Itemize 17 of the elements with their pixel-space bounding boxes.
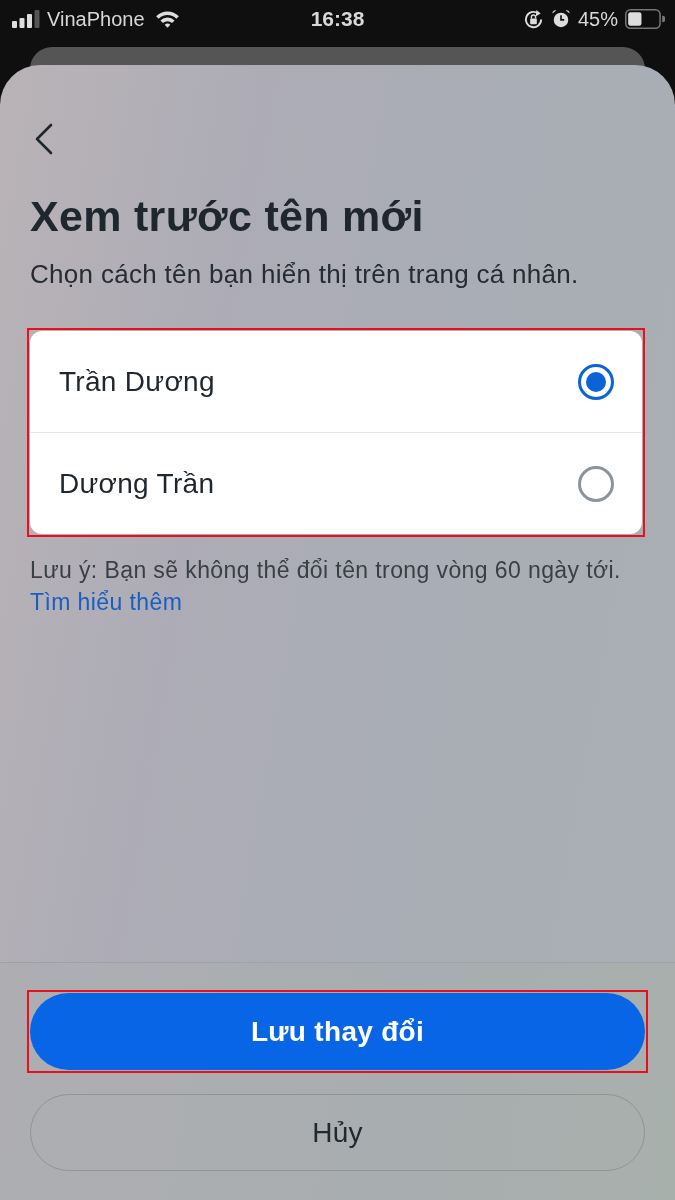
save-button[interactable]: Lưu thay đổi bbox=[30, 993, 645, 1070]
back-chevron-icon bbox=[34, 123, 54, 155]
signal-icon bbox=[12, 10, 40, 28]
name-option[interactable]: Trần Dương bbox=[30, 331, 642, 432]
option-label: Trần Dương bbox=[59, 365, 215, 398]
page-subtitle: Chọn cách tên bạn hiển thị trên trang cá nhân. bbox=[30, 259, 579, 289]
option-label: Dương Trần bbox=[59, 467, 215, 500]
name-option[interactable]: Dương Trần bbox=[30, 433, 642, 534]
battery-icon bbox=[625, 9, 665, 29]
wifi-icon bbox=[154, 10, 180, 28]
clock-time: 16:38 bbox=[310, 7, 365, 31]
note-text: Lưu ý: Bạn sẽ không thể đổi tên trong vòng 60 ngày tới. bbox=[30, 556, 621, 584]
carrier-name: VinaPhone bbox=[47, 7, 145, 31]
page-title: Xem trước tên mới bbox=[30, 191, 424, 241]
battery-percent: 45% bbox=[577, 7, 618, 31]
rotation-lock-icon bbox=[522, 8, 544, 30]
alarm-clock-icon bbox=[550, 9, 571, 29]
